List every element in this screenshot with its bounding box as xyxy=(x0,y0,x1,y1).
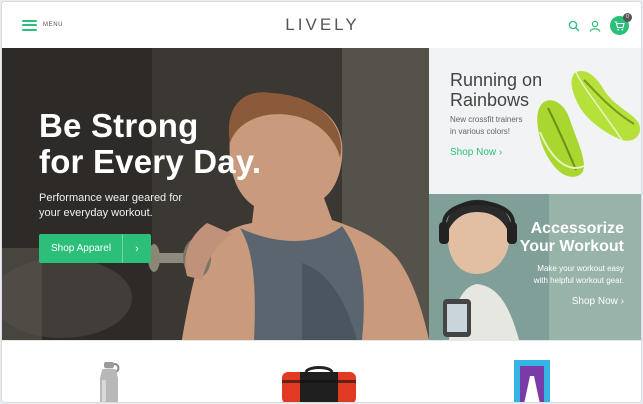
cart-button[interactable]: 0 xyxy=(610,13,632,35)
water-bottle-image[interactable] xyxy=(96,360,122,403)
hero-subtitle-line1: Performance wear geared for xyxy=(39,192,183,204)
promo-accessorize-subtitle: Make your workout easy with helpful work… xyxy=(514,263,624,287)
promo-accessorize-title-line2: Your Workout xyxy=(519,238,624,255)
hero-headline-line1: Be Strong xyxy=(39,107,199,144)
promo-accessorize-title-line1: Accessorize xyxy=(530,220,624,237)
hero-banner: Be Strong for Every Day. Performance wea… xyxy=(2,48,429,340)
hero-subtitle: Performance wear geared for your everyda… xyxy=(39,191,199,221)
site-header: MENU LIVELY 0 xyxy=(2,2,641,48)
leggings-image[interactable] xyxy=(510,358,554,403)
hero-subtitle-line2: your everyday workout. xyxy=(39,207,153,219)
product-strip xyxy=(2,340,641,403)
hero-headline: Be Strong for Every Day. xyxy=(39,108,261,180)
promo-accessorize-subtitle-line2: with helpful workout gear. xyxy=(533,276,624,285)
shop-apparel-button[interactable]: Shop Apparel › xyxy=(39,234,151,263)
promo-accessorize-subtitle-line1: Make your workout easy xyxy=(537,264,624,273)
promo-accessorize-shop-now-link[interactable]: Shop Now › xyxy=(572,296,624,307)
promo-running-shop-now-link[interactable]: Shop Now › xyxy=(450,147,502,158)
cart-icon xyxy=(614,20,625,30)
gym-bag-image[interactable] xyxy=(278,364,360,403)
promo-accessorize[interactable]: Accessorize Your Workout Make your worko… xyxy=(429,194,641,340)
promo-accessorize-title: Accessorize Your Workout xyxy=(520,220,624,256)
user-icon[interactable] xyxy=(589,20,601,32)
search-icon[interactable] xyxy=(568,20,580,32)
cart-count-badge: 0 xyxy=(623,13,632,22)
page-frame: MENU LIVELY 0 Be Strong for Every Day. P… xyxy=(1,1,642,403)
brand-logo[interactable]: LIVELY xyxy=(2,15,641,35)
sneakers-image xyxy=(537,70,641,177)
chevron-right-icon: › xyxy=(122,234,151,263)
hero-headline-line2: for Every Day. xyxy=(39,143,262,180)
shop-apparel-label: Shop Apparel xyxy=(51,243,112,254)
header-actions: 0 xyxy=(568,13,632,35)
promo-running[interactable]: Running on Rainbows New crossfit trainer… xyxy=(429,48,641,194)
